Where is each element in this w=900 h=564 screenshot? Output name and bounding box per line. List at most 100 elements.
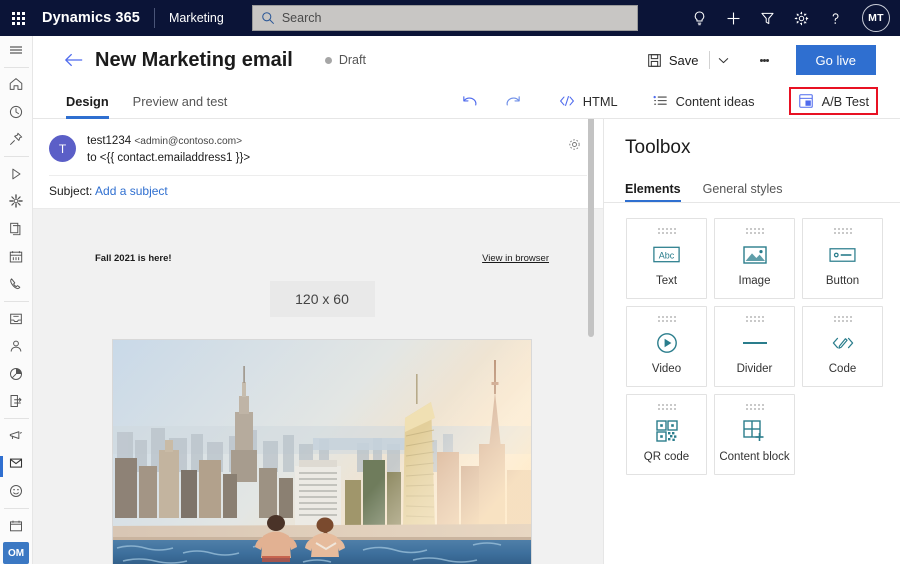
toolbox-element-button[interactable]: Button [802,218,883,299]
view-in-browser-link[interactable]: View in browser [482,253,549,264]
sidebar-item-segments[interactable] [0,188,33,216]
sidebar-item-forms[interactable] [0,388,33,416]
toolbox-element-label: Video [651,363,682,375]
sidebar-item-contacts[interactable] [0,332,33,360]
rail-divider [3,156,29,158]
sidebar-item-analytics[interactable] [0,360,33,388]
sender-address: <admin@contoso.com> [134,136,243,147]
sender-name: test1234 [87,135,132,147]
search-icon [262,12,274,25]
lightbulb-icon[interactable] [682,0,716,36]
status-badge: Draft [324,53,366,67]
code-pencil-icon [831,322,855,363]
html-button[interactable]: HTML [555,87,622,115]
toolbox-element-video[interactable]: Video [626,306,707,387]
global-search-box[interactable]: Search [251,5,638,31]
email-editor-canvas: T test1234 <admin@contoso.com> to <{{ co… [33,119,603,564]
sidebar-item-customer-journeys[interactable] [0,160,33,188]
add-subject-link[interactable]: Add a subject [95,184,168,198]
search-placeholder: Search [281,11,322,25]
undo-icon[interactable] [455,86,485,116]
sidebar-item-pinned[interactable] [0,126,33,154]
toolbox-element-divider[interactable]: Divider [714,306,795,387]
sidebar-item-campaigns[interactable] [0,422,33,450]
tab-preview-and-test[interactable]: Preview and test [133,84,228,119]
toolbox-element-code[interactable]: Code [802,306,883,387]
more-vertical-icon[interactable] [750,46,780,74]
sidebar-item-social-posts[interactable] [0,477,33,505]
go-live-button[interactable]: Go live [795,45,876,75]
email-content-area[interactable]: Fall 2021 is here! View in browser 120 x… [73,245,571,564]
divider-line-icon [742,322,768,363]
editor-vertical-scrollbar-thumb[interactable] [588,205,594,337]
image-icon [742,234,767,275]
tab-elements[interactable]: Elements [625,175,681,202]
redo-icon[interactable] [499,86,529,116]
rail-app-tile-label: OM [7,547,25,559]
html-label: HTML [582,93,618,109]
app-name-label: Marketing [168,11,224,25]
save-label: Save [668,52,699,68]
page-title: New Marketing email [95,48,293,71]
dynamics365-marketing-email-editor: Dynamics 365 Marketing Search MT OM New … [0,0,900,564]
email-header-section: T test1234 <admin@contoso.com> to <{{ co… [33,119,603,209]
email-settings-gear-icon[interactable] [563,133,585,155]
brand-title: Dynamics 365 [42,10,140,26]
status-label: Draft [338,53,366,67]
button-icon [829,234,856,275]
gear-icon[interactable] [784,0,818,36]
sidebar-item-recent[interactable] [0,98,33,126]
toolbox-element-label: QR code [643,451,690,463]
back-arrow-icon[interactable] [61,47,87,73]
brand-divider [153,8,155,28]
email-preheader-row: Fall 2021 is here! View in browser [73,245,571,264]
sender-avatar: T [49,135,76,162]
user-avatar[interactable]: MT [862,4,890,32]
left-navigation-rail: OM [0,36,33,564]
code-brackets-icon [559,96,574,106]
content-block-icon [742,410,767,451]
rail-divider [3,507,29,509]
hero-image[interactable] [112,339,532,564]
save-disk-icon [648,53,661,67]
status-dot [324,56,332,64]
toolbox-element-text[interactable]: Abc Text [626,218,707,299]
waffle-grid-icon[interactable] [0,0,36,36]
question-icon[interactable] [818,0,852,36]
subject-label: Subject: [49,184,93,199]
sidebar-item-events[interactable] [0,243,33,271]
tab-design[interactable]: Design [66,84,109,119]
toolbox-element-content-block[interactable]: Content block [714,394,795,475]
subject-row: Subject: Add a subject [33,176,603,208]
save-divider [708,51,710,69]
editor-vertical-scrollbar[interactable] [588,119,594,212]
content-ideas-label: Content ideas [675,93,755,109]
logo-placeholder[interactable]: 120 x 60 [269,281,375,318]
save-button[interactable]: Save [647,53,699,68]
filter-icon[interactable] [750,0,784,36]
svg-text:Abc: Abc [659,251,675,261]
email-from-row: T test1234 <admin@contoso.com> to <{{ co… [33,133,603,166]
command-bar-actions: Save Go live [647,45,900,75]
toolbox-element-image[interactable]: Image [714,218,795,299]
sidebar-item-voice[interactable] [0,270,33,298]
ab-test-button[interactable]: A/B Test [788,87,878,115]
sidebar-item-inbox[interactable] [0,305,33,333]
tab-general-styles[interactable]: General styles [703,175,783,202]
toolbox-element-label: Content block [719,451,790,463]
rail-divider [3,66,29,68]
ab-test-label: A/B Test [821,93,869,109]
top-bar-actions: MT [682,0,900,36]
toolbox-element-qr-code[interactable]: QR code [626,394,707,475]
chevron-down-icon[interactable] [712,47,736,73]
sidebar-item-site-map[interactable] [0,36,33,64]
rail-app-tile[interactable]: OM [3,542,29,564]
sidebar-item-marketing-emails[interactable] [0,450,33,478]
sidebar-item-marketing-pages[interactable] [0,215,33,243]
sidebar-item-home[interactable] [0,70,33,98]
toolbox-element-label: Text [655,275,678,287]
editor-tab-bar: Design Preview and test HTML Content ide… [33,84,900,119]
content-ideas-button[interactable]: Content ideas [648,87,759,115]
sidebar-item-calendar[interactable] [0,512,33,540]
plus-icon[interactable] [716,0,750,36]
